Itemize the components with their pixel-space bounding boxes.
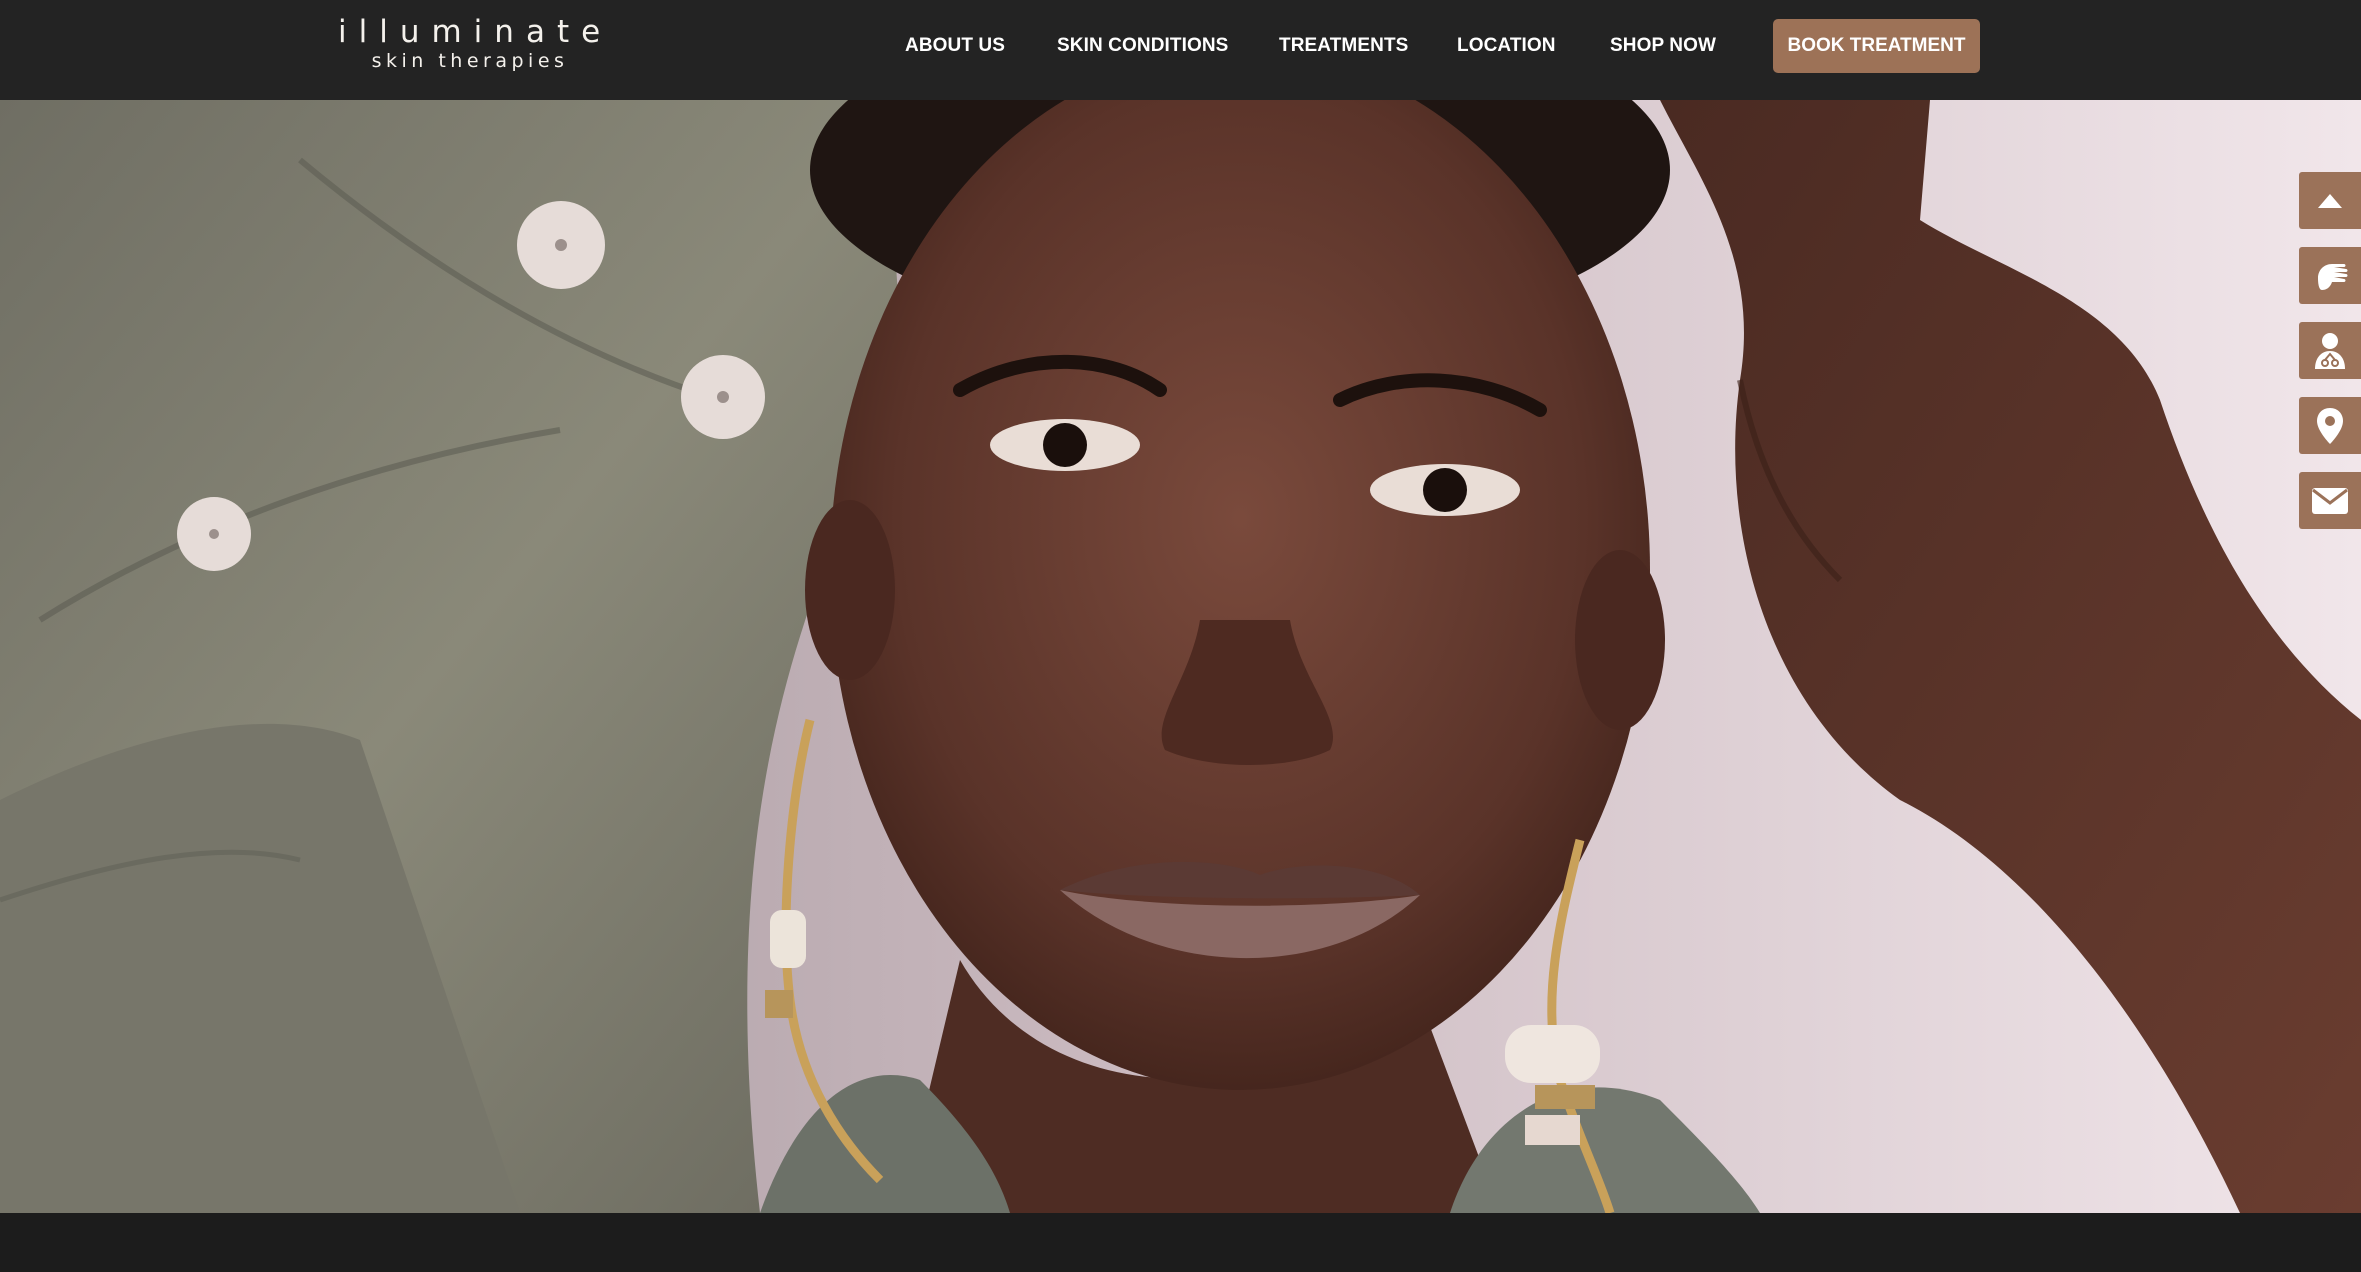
page-below-hero bbox=[0, 1213, 2361, 1272]
logo-tagline: skin therapies bbox=[371, 50, 569, 72]
map-pin-icon bbox=[2317, 407, 2343, 444]
nav-location[interactable]: LOCATION bbox=[1457, 33, 1556, 59]
site-header: illuminate skin therapies ABOUT US SKIN … bbox=[0, 0, 2361, 100]
mail-icon bbox=[2312, 487, 2348, 514]
logo-wordmark: illuminate bbox=[338, 14, 613, 50]
treatments-shortcut-button[interactable] bbox=[2299, 247, 2361, 304]
location-button[interactable] bbox=[2299, 397, 2361, 454]
scroll-top-button[interactable] bbox=[2299, 172, 2361, 229]
hero-banner bbox=[0, 100, 2361, 1213]
consultant-icon bbox=[2315, 332, 2345, 369]
contact-button[interactable] bbox=[2299, 472, 2361, 529]
nav-treatments[interactable]: TREATMENTS bbox=[1279, 33, 1408, 59]
brand-logo[interactable]: illuminate skin therapies bbox=[338, 14, 602, 74]
nav-shop-now[interactable]: SHOP NOW bbox=[1610, 33, 1716, 59]
hero-image bbox=[0, 100, 2361, 1213]
nav-skin-conditions[interactable]: SKIN CONDITIONS bbox=[1057, 33, 1228, 59]
book-treatment-button[interactable]: BOOK TREATMENT bbox=[1773, 19, 1980, 73]
chevron-up-icon bbox=[2318, 193, 2342, 208]
consultation-button[interactable] bbox=[2299, 322, 2361, 379]
page: illuminate skin therapies ABOUT US SKIN … bbox=[0, 0, 2361, 1272]
nav-about-us[interactable]: ABOUT US bbox=[905, 33, 1005, 59]
hand-icon bbox=[2318, 263, 2348, 290]
